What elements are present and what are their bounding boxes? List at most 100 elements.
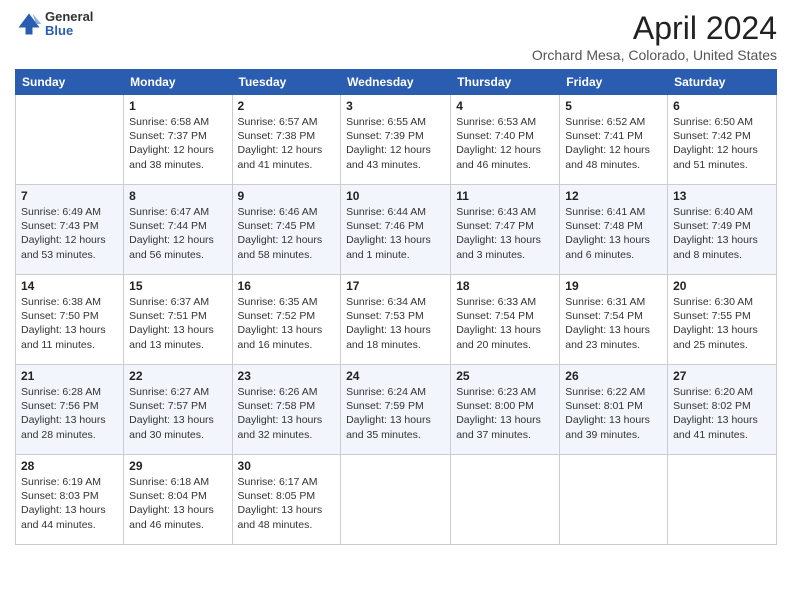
daylight: Daylight: 13 hours and 13 minutes.	[129, 323, 226, 351]
daylight: Daylight: 13 hours and 41 minutes.	[673, 413, 771, 441]
day-number: 14	[21, 279, 118, 293]
sunrise: Sunrise: 6:58 AM	[129, 115, 226, 129]
day-info: Sunrise: 6:23 AMSunset: 8:00 PMDaylight:…	[456, 385, 554, 442]
sunrise: Sunrise: 6:41 AM	[565, 205, 662, 219]
calendar-cell: 30Sunrise: 6:17 AMSunset: 8:05 PMDayligh…	[232, 455, 341, 545]
day-info: Sunrise: 6:22 AMSunset: 8:01 PMDaylight:…	[565, 385, 662, 442]
sunset: Sunset: 7:54 PM	[456, 309, 554, 323]
sunset: Sunset: 7:45 PM	[238, 219, 336, 233]
sunset: Sunset: 7:41 PM	[565, 129, 662, 143]
day-number: 24	[346, 369, 445, 383]
day-info: Sunrise: 6:49 AMSunset: 7:43 PMDaylight:…	[21, 205, 118, 262]
calendar-cell: 16Sunrise: 6:35 AMSunset: 7:52 PMDayligh…	[232, 275, 341, 365]
sunset: Sunset: 8:03 PM	[21, 489, 118, 503]
sunset: Sunset: 8:02 PM	[673, 399, 771, 413]
daylight: Daylight: 13 hours and 28 minutes.	[21, 413, 118, 441]
day-info: Sunrise: 6:31 AMSunset: 7:54 PMDaylight:…	[565, 295, 662, 352]
daylight: Daylight: 12 hours and 53 minutes.	[21, 233, 118, 261]
daylight: Daylight: 13 hours and 1 minute.	[346, 233, 445, 261]
calendar-cell: 4Sunrise: 6:53 AMSunset: 7:40 PMDaylight…	[451, 95, 560, 185]
daylight: Daylight: 13 hours and 20 minutes.	[456, 323, 554, 351]
sunset: Sunset: 7:39 PM	[346, 129, 445, 143]
daylight: Daylight: 12 hours and 56 minutes.	[129, 233, 226, 261]
day-info: Sunrise: 6:33 AMSunset: 7:54 PMDaylight:…	[456, 295, 554, 352]
daylight: Daylight: 12 hours and 51 minutes.	[673, 143, 771, 171]
calendar-cell: 22 Sunrise: 6:27 AMSunset: 7:57 PMDayligh…	[124, 365, 232, 455]
calendar-cell: 9Sunrise: 6:46 AMSunset: 7:45 PMDaylight…	[232, 185, 341, 275]
calendar-cell: 11 Sunrise: 6:43 AMSunset: 7:47 PMDayligh…	[451, 185, 560, 275]
sunrise: Sunrise: 6:34 AM	[346, 295, 445, 309]
sunset: Sunset: 7:47 PM	[456, 219, 554, 233]
day-info: Sunrise: 6:55 AMSunset: 7:39 PMDaylight:…	[346, 115, 445, 172]
day-number: 28	[21, 459, 118, 473]
sunrise: Sunrise: 6:28 AM	[21, 385, 118, 399]
daylight: Daylight: 13 hours and 46 minutes.	[129, 503, 226, 531]
day-info: Sunrise: 6:19 AMSunset: 8:03 PMDaylight:…	[21, 475, 118, 532]
day-info: Sunrise: 6:44 AMSunset: 7:46 PMDaylight:…	[346, 205, 445, 262]
day-info: Sunrise: 6:34 AMSunset: 7:53 PMDaylight:…	[346, 295, 445, 352]
daylight: Daylight: 13 hours and 16 minutes.	[238, 323, 336, 351]
sunrise: Sunrise: 6:18 AM	[129, 475, 226, 489]
day-info: Sunrise: 6:27 AMSunset: 7:57 PMDaylight:…	[129, 385, 226, 442]
calendar-cell: 3Sunrise: 6:55 AMSunset: 7:39 PMDaylight…	[341, 95, 451, 185]
calendar-week-2: 14Sunrise: 6:38 AMSunset: 7:50 PMDayligh…	[16, 275, 777, 365]
calendar-cell	[16, 95, 124, 185]
sunset: Sunset: 7:38 PM	[238, 129, 336, 143]
col-saturday: Saturday	[668, 70, 777, 95]
sunrise: Sunrise: 6:24 AM	[346, 385, 445, 399]
day-info: Sunrise: 6:50 AMSunset: 7:42 PMDaylight:…	[673, 115, 771, 172]
calendar-cell: 7Sunrise: 6:49 AMSunset: 7:43 PMDaylight…	[16, 185, 124, 275]
day-number: 8	[129, 189, 226, 203]
sunset: Sunset: 7:58 PM	[238, 399, 336, 413]
sunset: Sunset: 8:01 PM	[565, 399, 662, 413]
sunrise: Sunrise: 6:53 AM	[456, 115, 554, 129]
sunset: Sunset: 7:42 PM	[673, 129, 771, 143]
sunrise: Sunrise: 6:43 AM	[456, 205, 554, 219]
day-number: 11	[456, 189, 554, 203]
day-info: Sunrise: 6:41 AMSunset: 7:48 PMDaylight:…	[565, 205, 662, 262]
sunrise: Sunrise: 6:27 AM	[129, 385, 226, 399]
calendar-header: Sunday Monday Tuesday Wednesday Thursday…	[16, 70, 777, 95]
sunset: Sunset: 7:43 PM	[21, 219, 118, 233]
daylight: Daylight: 13 hours and 30 minutes.	[129, 413, 226, 441]
col-wednesday: Wednesday	[341, 70, 451, 95]
day-number: 22	[129, 369, 226, 383]
calendar-cell: 27Sunrise: 6:20 AMSunset: 8:02 PMDayligh…	[668, 365, 777, 455]
sunset: Sunset: 7:55 PM	[673, 309, 771, 323]
logo-icon	[15, 10, 43, 38]
day-number: 17	[346, 279, 445, 293]
calendar-week-1: 7Sunrise: 6:49 AMSunset: 7:43 PMDaylight…	[16, 185, 777, 275]
header-row: Sunday Monday Tuesday Wednesday Thursday…	[16, 70, 777, 95]
col-friday: Friday	[560, 70, 668, 95]
sunrise: Sunrise: 6:47 AM	[129, 205, 226, 219]
day-info: Sunrise: 6:18 AMSunset: 8:04 PMDaylight:…	[129, 475, 226, 532]
sunset: Sunset: 7:56 PM	[21, 399, 118, 413]
calendar-cell: 14Sunrise: 6:38 AMSunset: 7:50 PMDayligh…	[16, 275, 124, 365]
sunset: Sunset: 7:57 PM	[129, 399, 226, 413]
daylight: Daylight: 12 hours and 41 minutes.	[238, 143, 336, 171]
day-info: Sunrise: 6:43 AMSunset: 7:47 PMDaylight:…	[456, 205, 554, 262]
day-number: 26	[565, 369, 662, 383]
day-number: 5	[565, 99, 662, 113]
calendar-cell: 1Sunrise: 6:58 AMSunset: 7:37 PMDaylight…	[124, 95, 232, 185]
logo-general: General	[45, 10, 93, 24]
sunrise: Sunrise: 6:46 AM	[238, 205, 336, 219]
sunset: Sunset: 7:51 PM	[129, 309, 226, 323]
sunset: Sunset: 7:54 PM	[565, 309, 662, 323]
day-number: 2	[238, 99, 336, 113]
calendar-cell	[341, 455, 451, 545]
sunset: Sunset: 7:49 PM	[673, 219, 771, 233]
sunrise: Sunrise: 6:49 AM	[21, 205, 118, 219]
sunrise: Sunrise: 6:52 AM	[565, 115, 662, 129]
calendar-cell: 8Sunrise: 6:47 AMSunset: 7:44 PMDaylight…	[124, 185, 232, 275]
logo: General Blue	[15, 10, 93, 39]
sunrise: Sunrise: 6:35 AM	[238, 295, 336, 309]
sunrise: Sunrise: 6:26 AM	[238, 385, 336, 399]
calendar-cell: 10Sunrise: 6:44 AMSunset: 7:46 PMDayligh…	[341, 185, 451, 275]
day-info: Sunrise: 6:58 AMSunset: 7:37 PMDaylight:…	[129, 115, 226, 172]
sunrise: Sunrise: 6:37 AM	[129, 295, 226, 309]
calendar-cell: 15Sunrise: 6:37 AMSunset: 7:51 PMDayligh…	[124, 275, 232, 365]
sunset: Sunset: 7:40 PM	[456, 129, 554, 143]
sunrise: Sunrise: 6:19 AM	[21, 475, 118, 489]
calendar-cell	[668, 455, 777, 545]
